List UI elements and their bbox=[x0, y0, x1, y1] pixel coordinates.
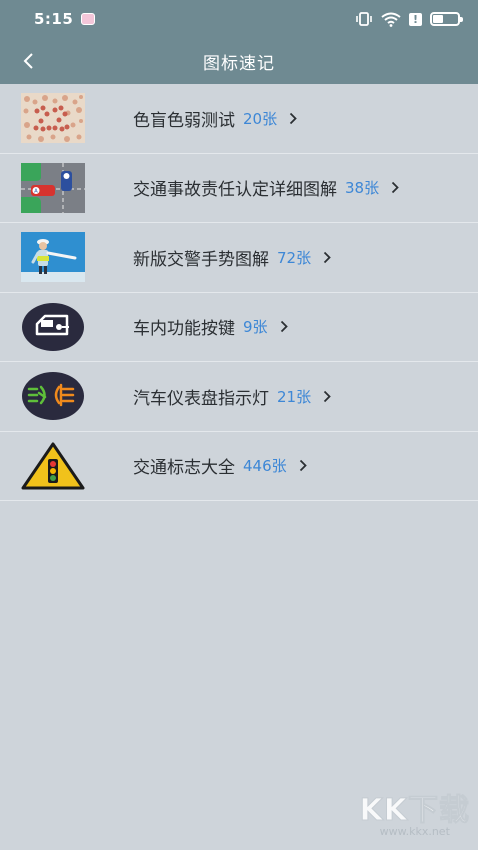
battery-icon bbox=[430, 12, 463, 26]
traffic-light-sign-thumb bbox=[20, 440, 86, 492]
alert-icon: ! bbox=[409, 12, 422, 26]
list-item-label: 车内功能按键 bbox=[133, 319, 235, 340]
chevron-right-icon bbox=[323, 390, 331, 403]
status-bar: 5:15 ! bbox=[0, 0, 478, 38]
chevron-right-icon bbox=[289, 112, 297, 125]
chevron-right-icon bbox=[299, 459, 307, 472]
list-item-label: 汽车仪表盘指示灯 bbox=[133, 388, 269, 409]
list-item-count: 9张 bbox=[243, 318, 268, 337]
status-time: 5:15 bbox=[34, 10, 74, 28]
chevron-right-icon bbox=[323, 251, 331, 264]
list-item-car-buttons[interactable]: 车内功能按键 9张 bbox=[0, 293, 478, 362]
list-item-count: 72张 bbox=[277, 248, 312, 267]
list-item-police-gestures[interactable]: 新版交警手势图解 72张 bbox=[0, 223, 478, 293]
back-button[interactable] bbox=[10, 38, 46, 84]
list-item-color-blind-test[interactable]: 色盲色弱测试 20张 bbox=[0, 84, 478, 154]
watermark-logo: KK下载 bbox=[359, 793, 470, 829]
chevron-right-icon bbox=[391, 181, 399, 194]
wifi-icon bbox=[381, 12, 401, 27]
list-item-count: 20张 bbox=[243, 109, 278, 128]
accident-diagram-thumb: A bbox=[20, 162, 86, 214]
color-blind-test-thumb bbox=[20, 92, 86, 144]
car-door-button-thumb bbox=[20, 301, 86, 353]
list-item-count: 21张 bbox=[277, 387, 312, 406]
police-gesture-thumb bbox=[20, 231, 86, 283]
notification-app-icon bbox=[81, 13, 96, 25]
list-item-label: 色盲色弱测试 bbox=[133, 110, 235, 131]
dashboard-light-thumb bbox=[20, 370, 86, 422]
svg-text:A: A bbox=[34, 188, 38, 194]
header-bar: 图标速记 bbox=[0, 38, 478, 84]
list-item-label: 交通事故责任认定详细图解 bbox=[133, 180, 337, 201]
back-arrow-icon bbox=[23, 53, 33, 69]
list-item-label: 交通标志大全 bbox=[133, 458, 235, 479]
list-item-traffic-signs[interactable]: 交通标志大全 446张 bbox=[0, 432, 478, 501]
status-icons: ! bbox=[355, 12, 463, 27]
list-item-accident-responsibility[interactable]: A 交通事故责任认定详细图解 38张 bbox=[0, 154, 478, 223]
list-item-count: 38张 bbox=[345, 179, 380, 198]
icon-category-list: 色盲色弱测试 20张 A 交通事故责任认定详细图解 38张 新版交警手势图解 7… bbox=[0, 84, 478, 501]
watermark: KK下载 www.kkx.net bbox=[359, 785, 471, 839]
list-item-dashboard-lights[interactable]: 汽车仪表盘指示灯 21张 bbox=[0, 362, 478, 432]
vibrate-icon bbox=[355, 12, 373, 26]
list-item-label: 新版交警手势图解 bbox=[133, 249, 269, 270]
list-item-count: 446张 bbox=[243, 457, 287, 476]
chevron-right-icon bbox=[280, 320, 288, 333]
page-title: 图标速记 bbox=[203, 53, 275, 74]
